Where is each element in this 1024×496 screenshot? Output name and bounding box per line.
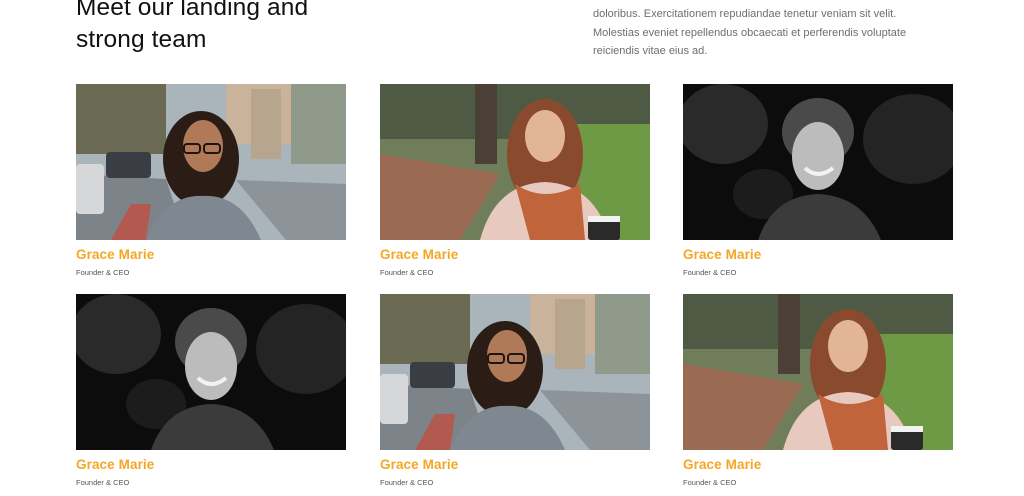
team-member-photo[interactable] xyxy=(380,294,650,450)
team-member-name[interactable]: Grace Marie xyxy=(380,457,650,473)
team-member-photo[interactable] xyxy=(683,84,953,240)
team-member-photo[interactable] xyxy=(683,294,953,450)
team-member-card[interactable]: Grace Marie Founder & CEO xyxy=(380,84,650,278)
team-member-role: Founder & CEO xyxy=(76,478,130,487)
intro-line-1: doloribus. Exercitationem repudiandae te… xyxy=(593,8,897,20)
team-member-role: Founder & CEO xyxy=(76,268,130,277)
intro-line-2: Molestias eveniet repellendus obcaecati … xyxy=(593,26,907,39)
team-member-card[interactable]: Grace Marie Founder & CEO xyxy=(683,84,953,278)
team-member-name[interactable]: Grace Marie xyxy=(380,247,650,263)
team-member-photo[interactable] xyxy=(380,84,650,240)
team-heading-line-1: Meet our landing and xyxy=(76,0,309,21)
team-member-photo[interactable] xyxy=(76,84,346,240)
team-member-name[interactable]: Grace Marie xyxy=(683,457,953,473)
team-member-card[interactable]: Grace Marie Founder & CEO xyxy=(380,294,650,488)
team-intro-text: doloribus. Exercitationem repudiandae te… xyxy=(593,5,938,61)
team-member-photo[interactable] xyxy=(76,294,346,450)
team-member-role: Founder & CEO xyxy=(380,478,434,487)
team-member-name[interactable]: Grace Marie xyxy=(76,457,346,473)
team-member-role: Founder & CEO xyxy=(380,268,434,277)
team-member-card[interactable]: Grace Marie Founder & CEO xyxy=(76,84,346,278)
team-member-name[interactable]: Grace Marie xyxy=(76,247,346,263)
team-heading-line-2: strong team xyxy=(76,26,207,53)
team-heading: Meet our landing and strong team xyxy=(76,0,308,56)
intro-line-3: reiciendis vitae eius ad. xyxy=(593,45,708,57)
team-member-card[interactable]: Grace Marie Founder & CEO xyxy=(683,294,953,488)
team-member-card[interactable]: Grace Marie Founder & CEO xyxy=(76,294,346,488)
team-member-name[interactable]: Grace Marie xyxy=(683,247,953,263)
team-member-role: Founder & CEO xyxy=(683,268,737,277)
team-member-role: Founder & CEO xyxy=(683,478,737,487)
